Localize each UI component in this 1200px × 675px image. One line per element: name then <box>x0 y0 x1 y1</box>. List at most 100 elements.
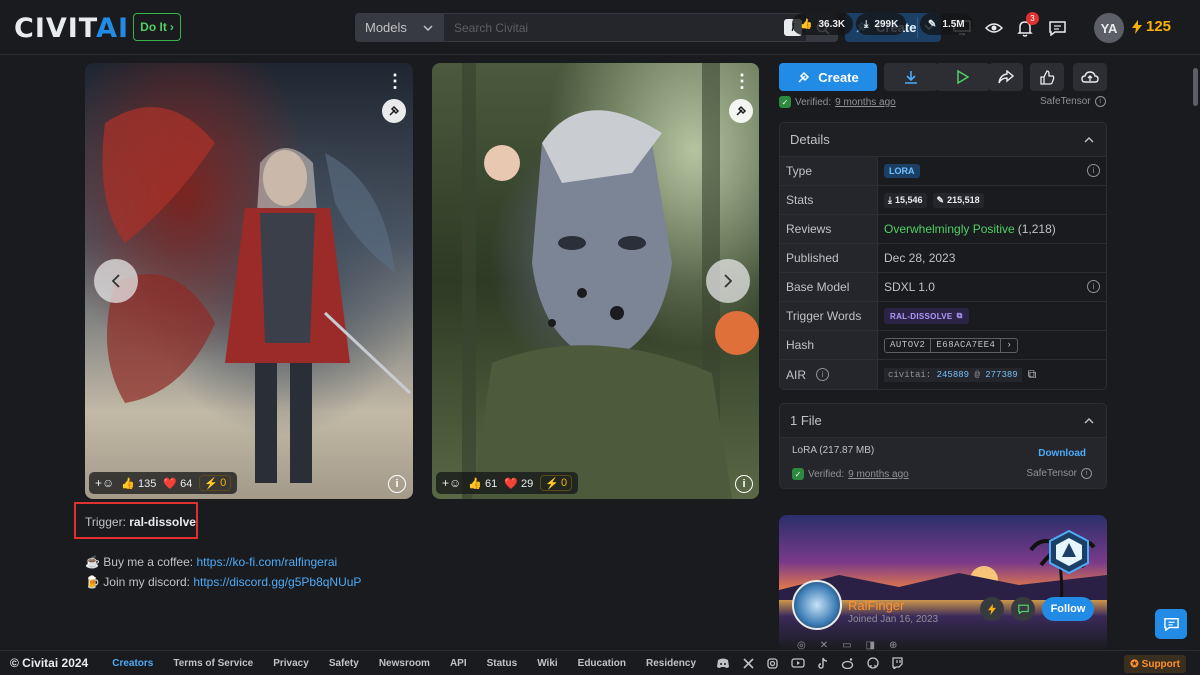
files-header[interactable]: 1 File <box>780 404 1106 438</box>
tip-buzz-button[interactable] <box>980 597 1004 621</box>
youtube-icon[interactable] <box>791 658 805 668</box>
chat-fab-button[interactable] <box>1155 609 1187 639</box>
create-button[interactable]: Create <box>779 63 877 91</box>
trigger-word-chip[interactable]: RAL-DISSOLVE ⧉ <box>884 308 969 324</box>
footer-link-privacy[interactable]: Privacy <box>273 658 309 669</box>
footer-link-residency[interactable]: Residency <box>646 658 696 669</box>
verified-prefix: Verified: <box>795 96 832 108</box>
card1-info-icon[interactable]: i <box>388 475 406 493</box>
eye-settings-icon[interactable] <box>983 17 1005 39</box>
creator-avatar[interactable] <box>792 580 842 630</box>
card1-buzz[interactable]: ⚡ 0 <box>199 475 232 491</box>
card2-buzz-count: 0 <box>561 477 568 489</box>
buzz-balance[interactable]: 125 <box>1132 18 1171 35</box>
info-icon[interactable]: i <box>1087 280 1100 293</box>
details-header[interactable]: Details <box>780 123 1106 157</box>
footer-link-status[interactable]: Status <box>487 658 518 669</box>
coffee-link[interactable]: https://ko-fi.com/ralfingerai <box>196 555 337 569</box>
card2-menu-icon[interactable]: ⋮ <box>732 70 752 92</box>
info-icon[interactable]: i <box>1094 96 1106 107</box>
download-button[interactable] <box>884 63 938 91</box>
cloud-upload-button[interactable] <box>1073 63 1107 91</box>
file-verified-time-link[interactable]: 9 months ago <box>848 469 909 480</box>
stats-label: Stats <box>780 186 878 214</box>
card1-like[interactable]: 👍 135 <box>121 477 156 490</box>
footer-link-terms[interactable]: Terms of Service <box>173 658 253 669</box>
gallery-next-button[interactable] <box>706 259 750 303</box>
info-icon[interactable]: i <box>816 368 830 381</box>
doit-button[interactable]: Do It › <box>133 13 181 41</box>
creator-name[interactable]: RalFinger <box>848 598 904 613</box>
card2-link-icon[interactable] <box>729 99 753 123</box>
gallery-prev-button[interactable] <box>94 259 138 303</box>
card2-heart[interactable]: ❤️ 29 <box>504 477 533 490</box>
like-button[interactable] <box>1030 63 1064 91</box>
card1-link-icon[interactable] <box>382 99 406 123</box>
search-input[interactable] <box>443 13 807 42</box>
reviews-value-link[interactable]: Overwhelmingly Positive <box>884 222 1015 236</box>
play-button[interactable] <box>936 63 990 91</box>
logo-main: CIVIT <box>14 13 97 44</box>
civitai-logo[interactable]: CIVITAI <box>14 13 129 44</box>
creator-likes: 36.3K <box>818 18 846 30</box>
card2-info-icon[interactable]: i <box>735 475 753 493</box>
trigger-words-label: Trigger Words <box>780 302 878 330</box>
discord-icon[interactable] <box>716 658 730 669</box>
add-reaction-icon[interactable]: +☺ <box>442 476 461 490</box>
discord-link[interactable]: https://discord.gg/g5Pb8qNUuP <box>193 575 361 589</box>
card1-heart[interactable]: ❤️ 64 <box>163 477 192 490</box>
air-code: civitai: 245889 @ 277389 <box>884 367 1022 382</box>
card1-menu-icon[interactable]: ⋮ <box>385 70 405 92</box>
file-download-link[interactable]: Download <box>1038 448 1086 459</box>
file-safetensor-text: SafeTensor <box>1026 468 1077 479</box>
thumbs-up-icon <box>1039 69 1054 85</box>
reddit-icon[interactable] <box>841 657 854 669</box>
footer-link-creators[interactable]: Creators <box>112 658 153 669</box>
file-verified-line: ✓ Verified: 9 months ago <box>792 468 909 480</box>
chevron-right-icon: › <box>169 20 174 34</box>
follow-button[interactable]: Follow <box>1042 597 1094 621</box>
footer-link-wiki[interactable]: Wiki <box>537 658 557 669</box>
notification-badge: 3 <box>1026 12 1039 25</box>
twitch-icon[interactable] <box>892 657 903 669</box>
github-icon[interactable] <box>867 657 879 669</box>
air-prefix: civitai: <box>888 369 932 380</box>
downloads-stat: ⤓ 15,546 <box>884 192 927 208</box>
page-scrollbar-thumb[interactable] <box>1193 68 1198 106</box>
card2-buzz[interactable]: ⚡ 0 <box>540 475 573 491</box>
info-icon[interactable]: i <box>1087 164 1100 177</box>
brush-icon: ✎ <box>936 194 945 205</box>
creator-joined: Joined Jan 16, 2023 <box>848 614 939 625</box>
support-label: Support <box>1141 658 1180 670</box>
message-creator-button[interactable] <box>1011 597 1035 621</box>
card2-like[interactable]: 👍 61 <box>468 477 497 490</box>
trigger-label: Trigger: <box>85 515 126 529</box>
copy-icon[interactable]: ⧉ <box>1028 367 1037 382</box>
footer-link-safety[interactable]: Safety <box>329 658 359 669</box>
footer-link-api[interactable]: API <box>450 658 467 669</box>
share-button[interactable] <box>989 63 1023 91</box>
support-icon: ✪ <box>1130 658 1139 670</box>
hash-box[interactable]: AUTOV2 E68ACA7EE4 › <box>884 337 1019 353</box>
details-row-stats: Stats ⤓ 15,546 ✎ 215,518 <box>780 186 1106 215</box>
x-icon[interactable] <box>743 657 754 669</box>
tiktok-icon[interactable] <box>818 657 828 669</box>
verified-time-link[interactable]: 9 months ago <box>835 97 896 108</box>
page-scrollbar-track[interactable] <box>1191 55 1200 647</box>
files-title: 1 File <box>790 413 822 428</box>
add-reaction-icon[interactable]: +☺ <box>95 476 114 490</box>
logo-accent: AI <box>96 13 130 44</box>
support-button[interactable]: ✪ Support <box>1124 655 1186 673</box>
card2-reactions: +☺ 👍 61 ❤️ 29 ⚡ 0 <box>436 472 579 494</box>
footer-link-education[interactable]: Education <box>578 658 626 669</box>
chat-icon[interactable] <box>1046 17 1068 39</box>
models-select[interactable]: Models <box>355 13 443 42</box>
details-panel: Details Type LORA i Stats ⤓ 15,546 ✎ 215,518 R… <box>779 122 1107 390</box>
footer-link-newsroom[interactable]: Newsroom <box>379 658 430 669</box>
instagram-icon[interactable] <box>767 657 778 669</box>
info-icon[interactable]: i <box>1081 468 1092 479</box>
file-safetensor: SafeTensor i <box>1026 468 1092 479</box>
chevron-right-icon[interactable]: › <box>1000 338 1017 352</box>
verified-line: ✓ Verified: 9 months ago <box>779 96 896 108</box>
user-avatar[interactable]: YA <box>1094 13 1124 43</box>
